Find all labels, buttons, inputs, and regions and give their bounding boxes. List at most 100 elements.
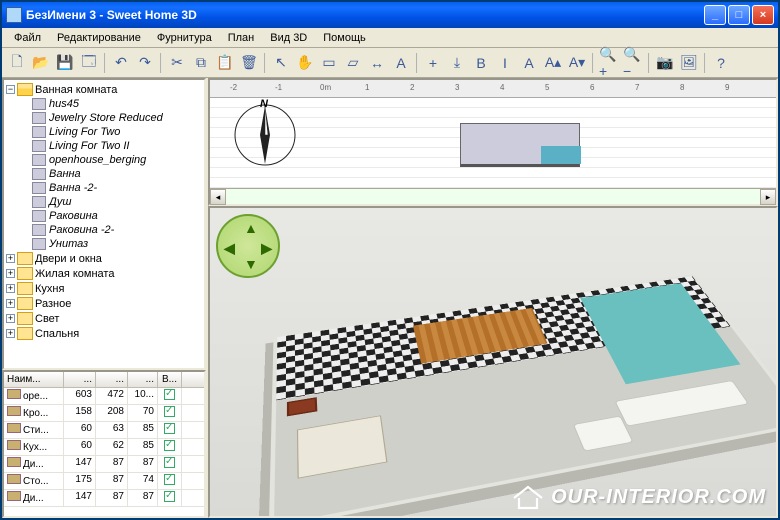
table-row[interactable]: оре...60347210... [4, 388, 204, 405]
table-row[interactable]: Сто...1758774 [4, 473, 204, 490]
walls-tool[interactable]: ▭ [318, 52, 340, 74]
copy-button[interactable]: ⧉ [190, 52, 212, 74]
zoomin-button[interactable]: 🔍+ [598, 52, 620, 74]
menu-help[interactable]: Помощь [315, 30, 374, 46]
menu-file[interactable]: Файл [6, 30, 49, 46]
tree-item[interactable]: hus45 [6, 97, 202, 111]
table-row[interactable]: Сти...606385 [4, 422, 204, 439]
nav-down-icon[interactable]: ▼ [244, 256, 258, 272]
visible-checkbox[interactable] [164, 423, 175, 434]
tree-category[interactable]: +Жилая комната [6, 266, 202, 281]
col-c[interactable]: ... [128, 372, 158, 387]
nav-3d-widget[interactable]: ▲ ▼ ◀ ▶ [216, 214, 280, 278]
font-inc-button[interactable]: A▴ [542, 52, 564, 74]
expand-icon[interactable]: + [6, 254, 15, 263]
paste-button[interactable]: 📋 [214, 52, 236, 74]
font-button[interactable]: A [518, 52, 540, 74]
tree-category[interactable]: +Разное [6, 296, 202, 311]
photo-button[interactable]: 🖼 [678, 52, 700, 74]
tree-category[interactable]: +Двери и окна [6, 251, 202, 266]
table-row[interactable]: Кух...606285 [4, 439, 204, 456]
compass-icon[interactable]: N [230, 100, 300, 170]
visible-checkbox[interactable] [164, 474, 175, 485]
row-icon [7, 474, 21, 484]
visible-checkbox[interactable] [164, 457, 175, 468]
plan-floorplan-thumb[interactable] [460, 123, 580, 167]
scroll-left-icon[interactable]: ◂ [210, 189, 226, 205]
tree-item[interactable]: Раковина -2- [6, 223, 202, 237]
tree-root-label: Ванная комната [35, 84, 117, 96]
scroll-right-icon[interactable]: ▸ [760, 189, 776, 205]
plan-canvas[interactable]: N [210, 98, 776, 188]
table-row[interactable]: Кро...15820870 [4, 405, 204, 422]
redo-button[interactable]: ↷ [134, 52, 156, 74]
collapse-icon[interactable]: − [6, 85, 15, 94]
add-furniture-button[interactable]: + [422, 52, 444, 74]
new-button[interactable]: 🗋 [6, 52, 28, 74]
rooms-tool[interactable]: ▱ [342, 52, 364, 74]
cut-button[interactable]: ✂ [166, 52, 188, 74]
table-row[interactable]: Ди...1478787 [4, 456, 204, 473]
col-vis[interactable]: В... [158, 372, 182, 387]
menu-edit[interactable]: Редактирование [49, 30, 149, 46]
menu-view3d[interactable]: Вид 3D [262, 30, 315, 46]
import-furniture-button[interactable]: ⤓ [446, 52, 468, 74]
catalog-tree[interactable]: − Ванная комната hus45Jewelry Store Redu… [2, 78, 206, 370]
tree-category[interactable]: +Спальня [6, 326, 202, 341]
tree-item[interactable]: Душ [6, 195, 202, 209]
tree-item[interactable]: Ванна [6, 167, 202, 181]
tree-category[interactable]: +Свет [6, 311, 202, 326]
tree-category[interactable]: +Кухня [6, 281, 202, 296]
italic-button[interactable]: I [494, 52, 516, 74]
plan-2d-pane[interactable]: -2-10m123456789 N ◂ [208, 78, 778, 206]
dims-tool[interactable]: ↔ [366, 52, 388, 74]
nav-left-icon[interactable]: ◀ [224, 240, 235, 257]
text-tool[interactable]: A [390, 52, 412, 74]
tree-item[interactable]: Ванна -2- [6, 181, 202, 195]
tree-item[interactable]: Living For Two [6, 125, 202, 139]
pan-tool[interactable]: ✋ [294, 52, 316, 74]
furniture-table[interactable]: Наим... ... ... ... В... оре...60347210.… [2, 370, 206, 518]
visible-checkbox[interactable] [164, 491, 175, 502]
open-button[interactable]: 📂 [30, 52, 52, 74]
visible-checkbox[interactable] [164, 440, 175, 451]
expand-icon[interactable]: + [6, 269, 15, 278]
camera-button[interactable]: 📷 [654, 52, 676, 74]
menu-furniture[interactable]: Фурнитура [149, 30, 220, 46]
visible-checkbox[interactable] [164, 406, 175, 417]
col-a[interactable]: ... [64, 372, 96, 387]
tree-root-bathroom[interactable]: − Ванная комната [6, 82, 202, 97]
menu-plan[interactable]: План [220, 30, 263, 46]
expand-icon[interactable]: + [6, 314, 15, 323]
expand-icon[interactable]: + [6, 284, 15, 293]
save-button[interactable]: 💾 [54, 52, 76, 74]
help-button[interactable]: ? [710, 52, 732, 74]
delete-button[interactable]: 🗑 [238, 52, 260, 74]
col-name[interactable]: Наим... [4, 372, 64, 387]
visible-checkbox[interactable] [164, 389, 175, 400]
prefs-button[interactable]: 🗔 [78, 52, 100, 74]
view-3d-pane[interactable]: ▲ ▼ ◀ ▶ [208, 206, 778, 518]
nav-up-icon[interactable]: ▲ [244, 220, 258, 236]
nav-right-icon[interactable]: ▶ [261, 240, 272, 257]
tree-item[interactable]: Раковина [6, 209, 202, 223]
plan-scroll-h[interactable]: ◂ ▸ [210, 188, 776, 204]
select-tool[interactable]: ↖ [270, 52, 292, 74]
expand-icon[interactable]: + [6, 329, 15, 338]
undo-button[interactable]: ↶ [110, 52, 132, 74]
maximize-button[interactable]: □ [728, 5, 750, 25]
expand-icon[interactable]: + [6, 299, 15, 308]
col-b[interactable]: ... [96, 372, 128, 387]
zoomout-button[interactable]: 🔍− [622, 52, 644, 74]
tree-item[interactable]: Jewelry Store Reduced [6, 111, 202, 125]
font-dec-button[interactable]: A▾ [566, 52, 588, 74]
tree-item[interactable]: Living For Two II [6, 139, 202, 153]
scroll-track[interactable] [226, 189, 760, 204]
table-row[interactable]: Ди...1478787 [4, 490, 204, 507]
close-button[interactable]: × [752, 5, 774, 25]
tree-item[interactable]: openhouse_berging [6, 153, 202, 167]
bold-button[interactable]: B [470, 52, 492, 74]
tree-item[interactable]: Унитаз [6, 237, 202, 251]
minimize-button[interactable]: _ [704, 5, 726, 25]
furniture-icon [32, 126, 46, 138]
